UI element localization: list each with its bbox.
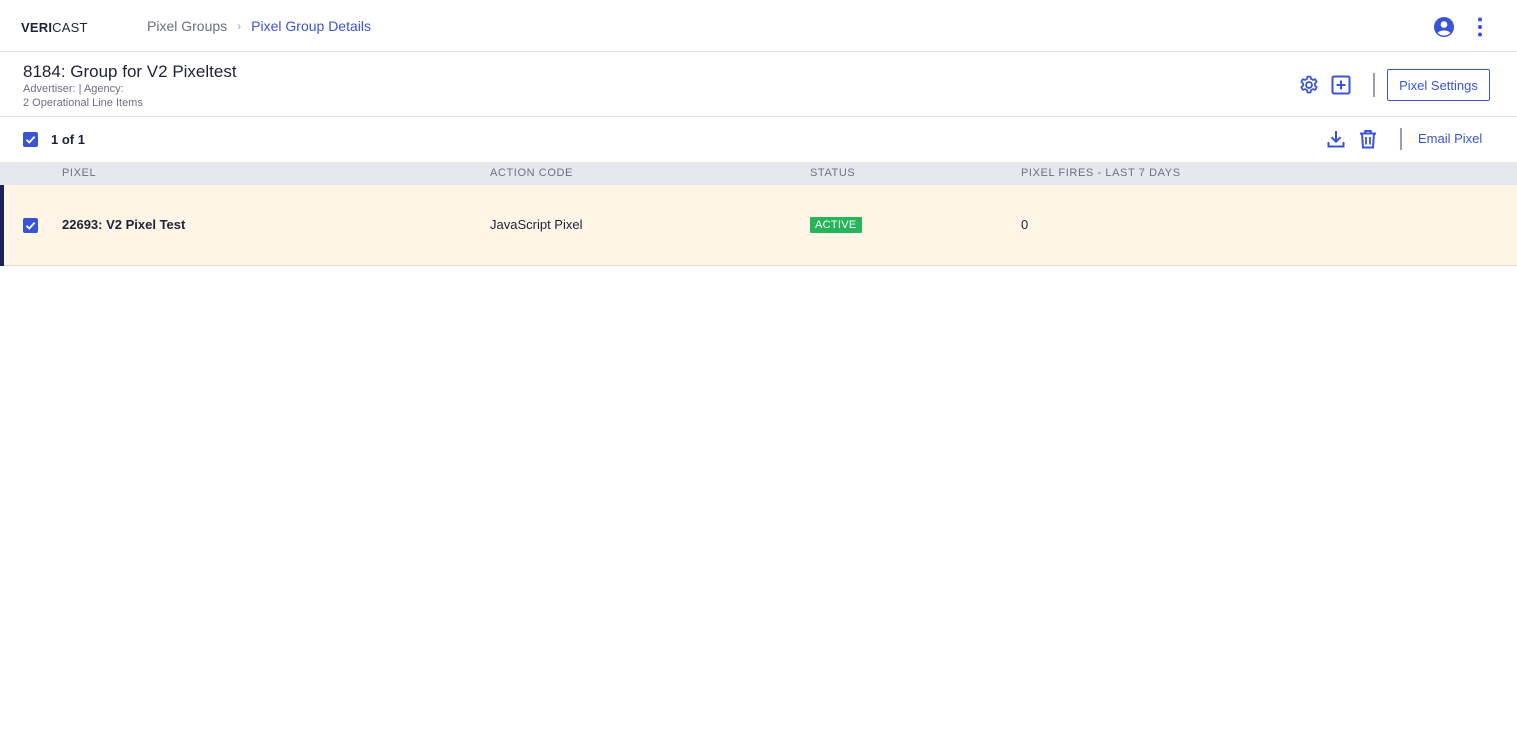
email-pixel-button[interactable]: Email Pixel: [1418, 131, 1482, 146]
account-icon[interactable]: [1433, 16, 1455, 38]
gear-icon[interactable]: [1298, 74, 1320, 96]
status-badge: ACTIVE: [810, 217, 862, 233]
toolbar-divider: [1400, 128, 1402, 150]
pixel-fires-count: 0: [1021, 217, 1029, 232]
table-header: Pixel Action Code Status Pixel Fires - L…: [0, 162, 1517, 185]
chevron-right-icon: ›: [237, 19, 242, 33]
column-header-action-code[interactable]: Action Code: [490, 167, 573, 179]
page-header: 8184: Group for V2 Pixeltest Advertiser:…: [0, 52, 1517, 117]
breadcrumb-pixel-groups[interactable]: Pixel Groups: [147, 18, 227, 34]
breadcrumb-pixel-group-details[interactable]: Pixel Group Details: [251, 18, 371, 34]
logo-text-light: CAST: [52, 20, 88, 35]
checkmark-icon: [25, 135, 36, 144]
selection-toolbar: 1 of 1 Email Pixel: [0, 117, 1517, 162]
advertiser-agency-info: Advertiser: | Agency:: [23, 83, 124, 95]
kebab-menu-icon[interactable]: [1470, 16, 1490, 38]
checkmark-icon: [25, 221, 36, 230]
header-divider: [1373, 73, 1375, 97]
breadcrumb: Pixel Groups › Pixel Group Details: [147, 18, 371, 34]
operational-line-items-count: 2 Operational Line Items: [23, 97, 143, 109]
action-code: JavaScript Pixel: [490, 217, 583, 232]
select-all-checkbox[interactable]: [23, 132, 38, 147]
add-box-icon[interactable]: [1330, 74, 1352, 96]
pixel-settings-button[interactable]: Pixel Settings: [1387, 69, 1490, 101]
column-header-pixel[interactable]: Pixel: [62, 167, 96, 179]
logo-text-bold: VERI: [21, 20, 53, 35]
download-icon[interactable]: [1325, 128, 1347, 150]
column-header-pixel-fires[interactable]: Pixel Fires - Last 7 Days: [1021, 167, 1181, 179]
table-row[interactable]: 22693: V2 Pixel Test JavaScript Pixel AC…: [0, 185, 1517, 266]
column-header-status[interactable]: Status: [810, 167, 855, 179]
page-title: 8184: Group for V2 Pixeltest: [23, 62, 237, 81]
vericast-logo[interactable]: VERICAST: [21, 20, 88, 35]
selection-count: 1 of 1: [51, 132, 85, 147]
pixel-name[interactable]: 22693: V2 Pixel Test: [62, 217, 185, 232]
top-nav: VERICAST Pixel Groups › Pixel Group Deta…: [0, 0, 1517, 52]
trash-icon[interactable]: [1357, 128, 1379, 150]
row-checkbox[interactable]: [23, 218, 38, 233]
row-selected-indicator: [0, 185, 4, 266]
